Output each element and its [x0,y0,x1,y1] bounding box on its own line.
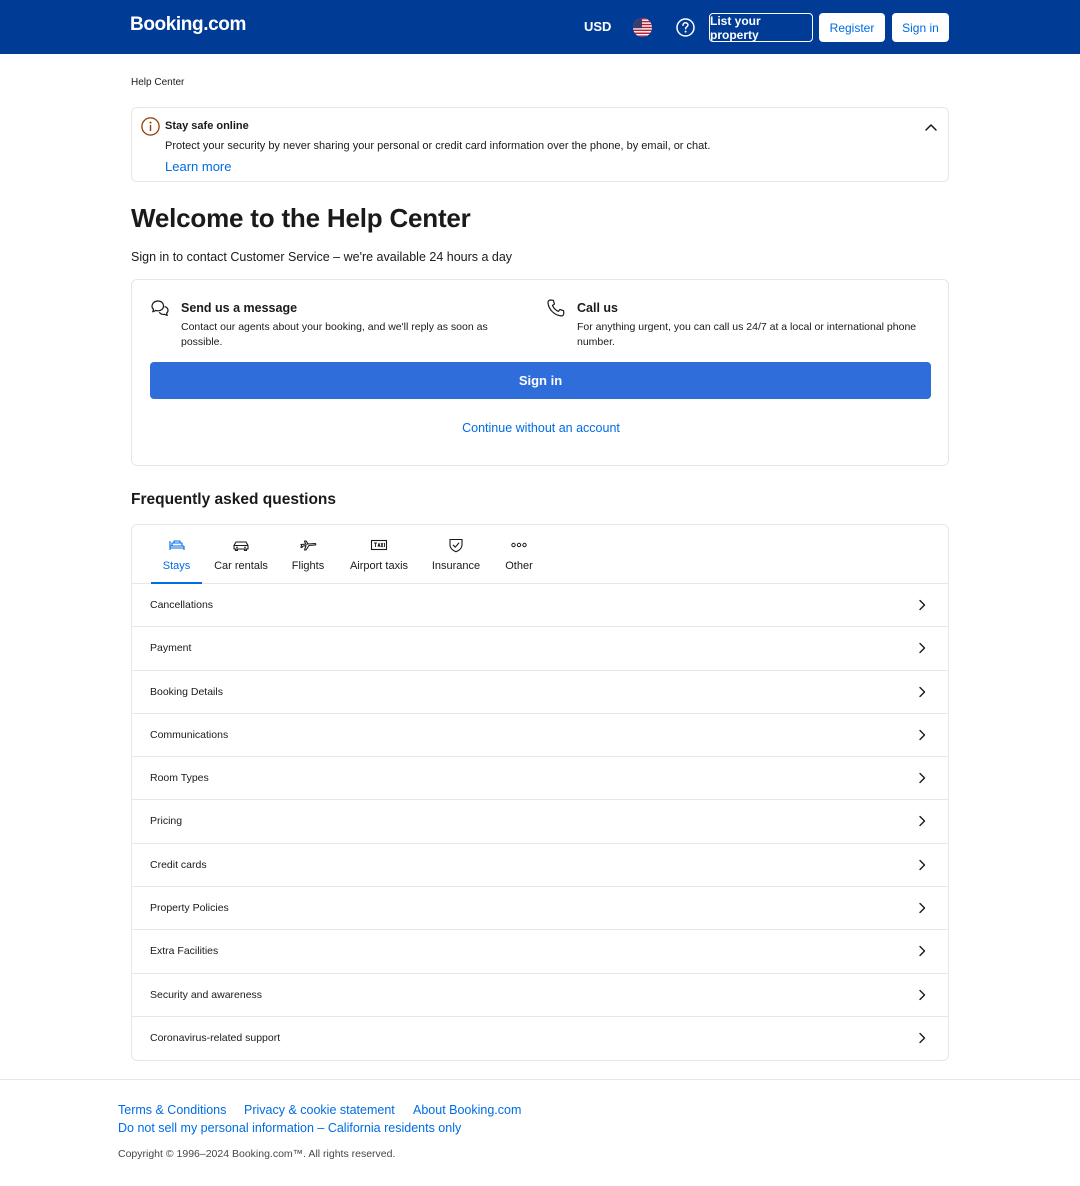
alert-title: Stay safe online [165,120,249,132]
faq-row-label: Room Types [150,772,209,785]
faq-title: Frequently asked questions [131,491,336,508]
tab-label: Other [505,560,533,572]
faq-row-label: Cancellations [150,599,214,611]
about-link[interactable]: About Booking.com [413,1103,521,1117]
tab-car-rentals[interactable]: Car rentals [211,525,271,584]
faq-row-communications[interactable]: Communications [132,714,948,758]
faq-row-room-types[interactable]: Room Types [132,757,948,801]
privacy-link[interactable]: Privacy & cookie statement [244,1103,395,1117]
currency-selector[interactable]: USD [584,19,611,34]
info-icon [141,117,160,136]
tab-flights[interactable]: Flights [286,525,330,584]
faq-row-label: Extra Facilities [150,945,219,958]
faq-row-booking-details[interactable]: Booking Details [132,671,948,714]
faq-row-label: Booking Details [150,685,223,698]
register-button[interactable]: Register [819,13,885,42]
contact-card: Send us a message Contact our agents abo… [131,279,949,466]
chevron-right-icon [919,946,926,957]
faq-row-extra-facilities[interactable]: Extra Facilities [132,930,948,974]
booking-logo[interactable]: Booking.com [130,14,246,36]
tab-other[interactable]: Other [499,525,539,584]
tab-stays[interactable]: Stays [151,525,202,584]
chevron-right-icon [919,902,926,914]
phone-icon [546,298,566,318]
sign-in-button[interactable]: Sign in [150,362,931,399]
faq-row-label: Property Policies [150,902,229,915]
breadcrumb[interactable]: Help Center [131,77,184,88]
call-text: For anything urgent, you can call us 24/… [577,321,917,348]
tab-label: Car rentals [214,560,268,572]
faq-row-cancellations[interactable]: Cancellations [132,584,948,628]
faq-row-label: Coronavirus-related support [150,1031,281,1044]
chevron-right-icon [919,729,926,741]
alert-text: Protect your security by never sharing y… [165,140,711,152]
bed-icon [168,540,185,550]
faq-row-property-policies[interactable]: Property Policies [132,887,948,931]
faq-row-payment[interactable]: Payment [132,627,948,671]
car-icon [233,541,249,552]
tab-label: Airport taxis [349,560,409,572]
continue-without-account-link[interactable]: Continue without an account [132,421,950,435]
message-text: Contact our agents about your booking, a… [181,321,488,348]
more-icon [511,542,527,548]
footer: Terms & Conditions Privacy & cookie stat… [0,1079,1080,1186]
tab-airport-taxis[interactable]: Airport taxis [345,525,413,584]
chevron-right-icon [919,599,926,611]
list-property-button[interactable]: List your property [709,13,813,42]
do-not-sell-link[interactable]: Do not sell my personal information – Ca… [118,1121,461,1135]
tab-insurance[interactable]: Insurance [430,525,482,584]
chevron-right-icon [919,859,926,870]
faq-row-credit-cards[interactable]: Credit cards [132,844,948,888]
chevron-right-icon [919,772,926,784]
message-title: Send us a message [181,301,298,315]
us-flag-icon[interactable] [633,18,652,37]
chevron-right-icon [919,816,926,827]
faq-row-label: Payment [150,642,192,655]
copyright: Copyright © 1996–2024 Booking.com™. All … [118,1148,396,1160]
safety-alert: Stay safe online Protect your security b… [131,107,949,182]
tab-label: Flights [291,560,325,572]
help-icon[interactable] [676,18,695,37]
page-subtitle: Sign in to contact Customer Service – we… [131,250,513,264]
top-header: Booking.com USD List your property Regis… [0,0,1080,54]
faq-row-label: Credit cards [150,858,207,871]
terms-link[interactable]: Terms & Conditions [118,1103,226,1117]
shield-icon [449,538,463,553]
chevron-right-icon [919,643,926,654]
chevron-right-icon [919,1032,926,1044]
chevron-up-icon[interactable] [924,120,938,134]
faq-panel: Stays Car rentals Flights Airport taxis [131,524,949,1061]
faq-tabs: Stays Car rentals Flights Airport taxis [132,525,948,584]
tab-label: Insurance [431,560,481,572]
faq-row-label: Pricing [150,815,183,828]
plane-icon [300,540,317,551]
taxi-icon [370,539,388,551]
learn-more-link[interactable]: Learn more [165,159,231,174]
faq-row-coronavirus-support[interactable]: Coronavirus-related support [132,1017,948,1060]
call-title: Call us [577,301,618,315]
faq-row-label: Communications [150,728,229,741]
chevron-right-icon [919,989,926,1000]
chevron-right-icon [919,686,926,697]
faq-row-pricing[interactable]: Pricing [132,800,948,844]
chat-bubbles-icon [150,298,170,318]
page-title: Welcome to the Help Center [131,203,471,233]
faq-list: Cancellations Payment Booking Details Co… [132,584,948,1060]
tab-label: Stays [162,560,191,572]
header-sign-in-button[interactable]: Sign in [892,13,949,42]
faq-row-label: Security and awareness [150,988,263,1001]
faq-row-security-and-awareness[interactable]: Security and awareness [132,974,948,1017]
